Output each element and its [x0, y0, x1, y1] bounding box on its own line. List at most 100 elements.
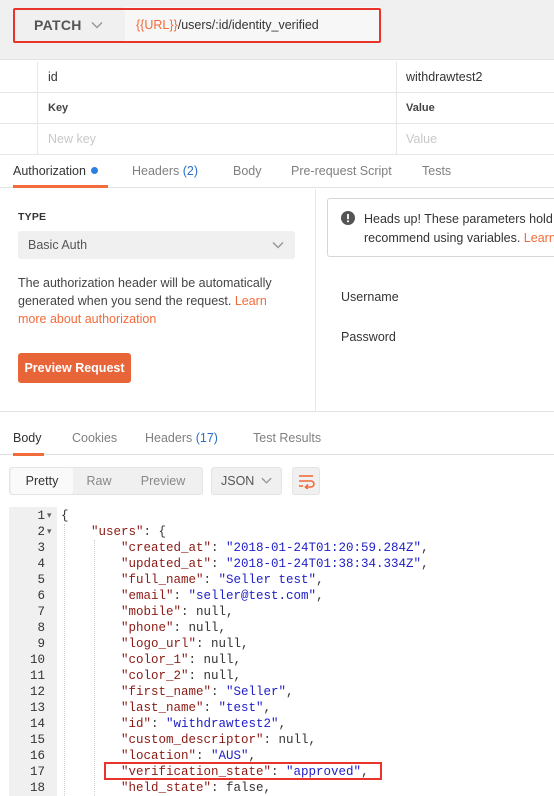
tab-body[interactable]: Body [233, 156, 262, 188]
response-body-code: 1 ▾ {2 ▾ "users": {3 "created_at": "2018-01-2… [9, 507, 554, 796]
tab-label: Cookies [72, 431, 118, 445]
json-punctuation: : [196, 749, 212, 763]
code-text: { [61, 508, 69, 524]
line-number: 7 [37, 605, 45, 619]
headsup-learn-link[interactable]: Learn [524, 231, 554, 245]
json-punctuation: , [421, 541, 429, 555]
json-string: "2018-01-24T01:20:59.284Z" [226, 541, 422, 555]
tab-authorization[interactable]: Authorization [13, 156, 108, 188]
code-text: "color_1": null, [121, 652, 241, 668]
json-string: "Seller" [226, 685, 287, 699]
json-key: "created_at" [121, 541, 212, 555]
code-text: "first_name": "Seller", [121, 684, 294, 700]
key-column-header: Key [48, 102, 69, 114]
line-number: 12 [29, 685, 45, 699]
code-line: 7 "mobile": null, [9, 604, 554, 620]
url-input[interactable]: {{URL}}/users/:id/identity_verified [125, 7, 380, 43]
fold-arrow-icon[interactable]: ▾ [47, 524, 57, 540]
line-number: 15 [29, 733, 45, 747]
json-punctuation: , [421, 557, 429, 571]
request-tabs: Authorization Headers (2) Body Pre-reque… [0, 156, 554, 188]
type-label: TYPE [18, 211, 47, 223]
info-dot-icon [90, 167, 98, 174]
new-key-input[interactable]: New key [48, 124, 96, 155]
line-number: 13 [29, 701, 45, 715]
value-column-header: Value [406, 102, 435, 114]
param-value[interactable]: withdrawtest2 [406, 62, 482, 93]
code-line: 15 "custom_descriptor": null, [9, 732, 554, 748]
tab-tests[interactable]: Tests [422, 156, 451, 188]
view-raw[interactable]: Raw [74, 468, 124, 494]
code-text: "color_2": null, [121, 668, 241, 684]
code-line: 6 "email": "seller@test.com", [9, 588, 554, 604]
url-variable: {{URL}} [136, 18, 178, 32]
param-new-row: New key Value [0, 124, 554, 155]
json-key: "last_name" [121, 701, 204, 715]
code-line: 18 "held_state": false, [9, 780, 554, 796]
json-punctuation: : null, [196, 637, 249, 651]
chevron-down-icon [272, 241, 284, 249]
format-select[interactable]: JSON [211, 467, 282, 495]
code-text: "held_state": false, [121, 780, 271, 796]
line-number: 6 [37, 589, 45, 603]
tab-test-results[interactable]: Test Results [253, 422, 321, 456]
json-punctuation: : null, [188, 669, 242, 683]
json-string: "approved" [286, 765, 362, 779]
json-punctuation: : [211, 557, 227, 571]
line-number: 10 [29, 653, 45, 667]
json-punctuation: : null, [263, 733, 317, 747]
json-key: "color_1" [121, 653, 189, 667]
json-punctuation: , [316, 589, 324, 603]
headsup-text-line1: Heads up! These parameters hold [364, 212, 553, 226]
wrap-lines-button[interactable] [292, 467, 320, 495]
view-pretty[interactable]: Pretty [11, 468, 73, 494]
auth-type-select[interactable]: Basic Auth [18, 231, 295, 259]
preview-request-button[interactable]: Preview Request [18, 353, 131, 383]
view-preview[interactable]: Preview [128, 468, 198, 494]
code-text: "phone": null, [121, 620, 226, 636]
line-number: 8 [37, 621, 45, 635]
tab-cookies[interactable]: Cookies [72, 422, 117, 456]
json-key: "mobile" [121, 605, 182, 619]
json-string: "Seller test" [218, 573, 317, 587]
auth-type-value: Basic Auth [28, 238, 88, 252]
line-number: 3 [37, 541, 45, 555]
chevron-down-icon [91, 21, 103, 29]
tab-response-body[interactable]: Body [13, 422, 44, 456]
code-text: "full_name": "Seller test", [121, 572, 324, 588]
request-bar: PATCH {{URL}}/users/:id/identity_verifie… [0, 0, 554, 60]
fold-arrow-icon[interactable]: ▾ [47, 508, 57, 524]
code-text: "verification_state": "approved", [121, 764, 369, 780]
line-number: 2 [37, 525, 45, 539]
json-punctuation: : false, [211, 781, 272, 795]
json-string: "seller@test.com" [188, 589, 317, 603]
tab-pre-request-script[interactable]: Pre-request Script [291, 156, 392, 188]
line-number: 18 [29, 781, 45, 795]
method-select[interactable]: PATCH [14, 7, 124, 43]
tab-headers[interactable]: Headers (2) [132, 156, 198, 188]
tab-response-headers[interactable]: Headers (17) [145, 422, 218, 456]
code-line: 3 "created_at": "2018-01-24T01:20:59.284Z… [9, 540, 554, 556]
code-line: 14 "id": "withdrawtest2", [9, 716, 554, 732]
new-value-input[interactable]: Value [406, 124, 437, 155]
line-number: 14 [29, 717, 45, 731]
tab-label: Body [233, 164, 262, 178]
tab-label: Test Results [253, 431, 322, 445]
json-punctuation: , [316, 573, 324, 587]
tab-label: Headers [132, 164, 180, 178]
code-line: 10 "color_1": null, [9, 652, 554, 668]
format-value: JSON [221, 474, 255, 488]
code-line: 1 ▾ { [9, 508, 554, 524]
auth-description-text: The authorization header will be automat… [18, 276, 272, 308]
json-punctuation: : [173, 589, 189, 603]
url-path: /users/:id/identity_verified [177, 18, 319, 32]
json-punctuation: : null, [188, 653, 242, 667]
param-key[interactable]: id [48, 62, 58, 93]
line-number: 11 [29, 669, 45, 683]
json-punctuation: : { [143, 525, 167, 539]
json-key: "email" [121, 589, 174, 603]
params-table: id withdrawtest2 Key Value New key Value [0, 62, 554, 155]
line-number: 1 [37, 509, 45, 523]
code-line: 11 "color_2": null, [9, 668, 554, 684]
json-punctuation: : null, [181, 605, 234, 619]
